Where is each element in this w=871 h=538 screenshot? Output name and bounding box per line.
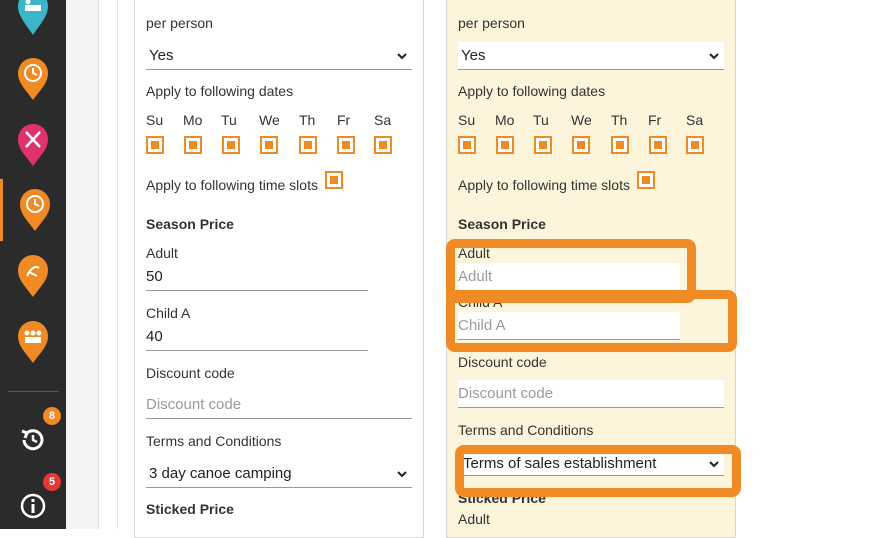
day-checkbox[interactable] <box>260 136 278 154</box>
day-label: Sa <box>374 112 392 128</box>
day-label: Mo <box>495 112 515 128</box>
history-icon <box>21 429 44 451</box>
sidebar-item-groups[interactable] <box>0 311 66 373</box>
info-icon <box>20 493 46 519</box>
discount-code-input[interactable]: Discount code <box>146 391 412 419</box>
clock-icon <box>19 189 50 231</box>
sticked-adult-label: Adult <box>458 511 490 527</box>
dates-label: Apply to following dates <box>146 83 294 99</box>
day-label: We <box>571 112 592 128</box>
fork-knife-icon <box>18 124 48 166</box>
day-label: Fr <box>337 112 351 128</box>
day-checkbox[interactable] <box>374 136 392 154</box>
discount-code-label: Discount code <box>458 354 547 370</box>
day-label: Mo <box>183 112 203 128</box>
chevron-down-icon <box>397 53 407 60</box>
content-gutter <box>66 0 99 529</box>
day-label: Su <box>458 112 476 128</box>
chevron-down-icon <box>709 53 719 60</box>
sidebar-item-restaurant[interactable] <box>0 114 66 176</box>
discount-code-input[interactable]: Discount code <box>458 380 724 408</box>
per-person-select[interactable]: Yes <box>146 42 412 70</box>
dates-label: Apply to following dates <box>458 83 606 99</box>
highlight-terms-field <box>455 445 741 497</box>
sidebar-item-activities[interactable] <box>0 245 66 307</box>
season-price-heading: Season Price <box>458 216 546 232</box>
timeslots-label: Apply to following time slots <box>458 177 630 193</box>
terms-select[interactable]: 3 day canoe camping <box>146 460 412 488</box>
day-checkbox[interactable] <box>299 136 317 154</box>
day-checkbox[interactable] <box>649 136 667 154</box>
child-a-price-input[interactable]: 40 <box>146 323 368 351</box>
season-price-heading: Season Price <box>146 216 234 232</box>
day-checkbox[interactable] <box>534 136 552 154</box>
sidebar-divider <box>8 391 59 392</box>
day-label: Tu <box>533 112 549 128</box>
adult-label: Adult <box>146 245 178 261</box>
day-checkbox[interactable] <box>458 136 476 154</box>
content-gutter-inner <box>100 0 118 529</box>
day-checkbox[interactable] <box>337 136 355 154</box>
day-label: Th <box>611 112 628 128</box>
terms-value: 3 day canoe camping <box>149 465 292 482</box>
timeslot-checkbox[interactable] <box>637 171 655 189</box>
day-label: Th <box>299 112 316 128</box>
day-checkbox[interactable] <box>184 136 202 154</box>
day-label: Sa <box>686 112 704 128</box>
sticked-price-heading: Sticked Price <box>146 501 234 517</box>
child-a-price-value: 40 <box>146 328 163 345</box>
day-checkbox[interactable] <box>572 136 590 154</box>
day-checkbox[interactable] <box>686 136 704 154</box>
day-label: We <box>259 112 280 128</box>
timeslots-label: Apply to following time slots <box>146 177 318 193</box>
child-a-label: Child A <box>146 305 191 321</box>
per-person-label: per person <box>458 15 525 31</box>
group-icon <box>18 321 48 363</box>
terms-label: Terms and Conditions <box>458 422 594 438</box>
sidebar-item-schedule[interactable] <box>0 48 66 110</box>
per-person-value: Yes <box>461 47 486 64</box>
sidebar-item-accommodation[interactable] <box>0 0 66 44</box>
sidebar-nav: 8 5 <box>0 0 66 529</box>
hiking-icon <box>18 255 48 297</box>
adult-price-input[interactable]: 50 <box>146 263 368 291</box>
chevron-down-icon <box>397 471 407 478</box>
day-checkbox[interactable] <box>611 136 629 154</box>
discount-code-placeholder: Discount code <box>458 385 554 402</box>
day-label: Fr <box>648 112 662 128</box>
clock-icon <box>18 58 48 100</box>
discount-code-placeholder: Discount code <box>146 396 242 413</box>
per-person-label: per person <box>146 15 213 31</box>
timeslot-checkbox[interactable] <box>325 171 343 189</box>
day-checkbox[interactable] <box>496 136 514 154</box>
highlight-child-field <box>446 290 737 352</box>
adult-price-value: 50 <box>146 268 163 285</box>
info-count-badge: 5 <box>43 473 61 491</box>
history-count-badge: 8 <box>43 407 61 425</box>
day-label: Su <box>146 112 164 128</box>
day-checkbox[interactable] <box>222 136 240 154</box>
bed-icon <box>18 0 48 35</box>
discount-code-label: Discount code <box>146 365 235 381</box>
per-person-value: Yes <box>149 47 174 64</box>
day-label: Tu <box>221 112 237 128</box>
day-checkbox[interactable] <box>146 136 164 154</box>
per-person-select[interactable]: Yes <box>458 42 724 70</box>
terms-label: Terms and Conditions <box>146 433 282 449</box>
sidebar-item-timeslots[interactable] <box>0 179 66 241</box>
